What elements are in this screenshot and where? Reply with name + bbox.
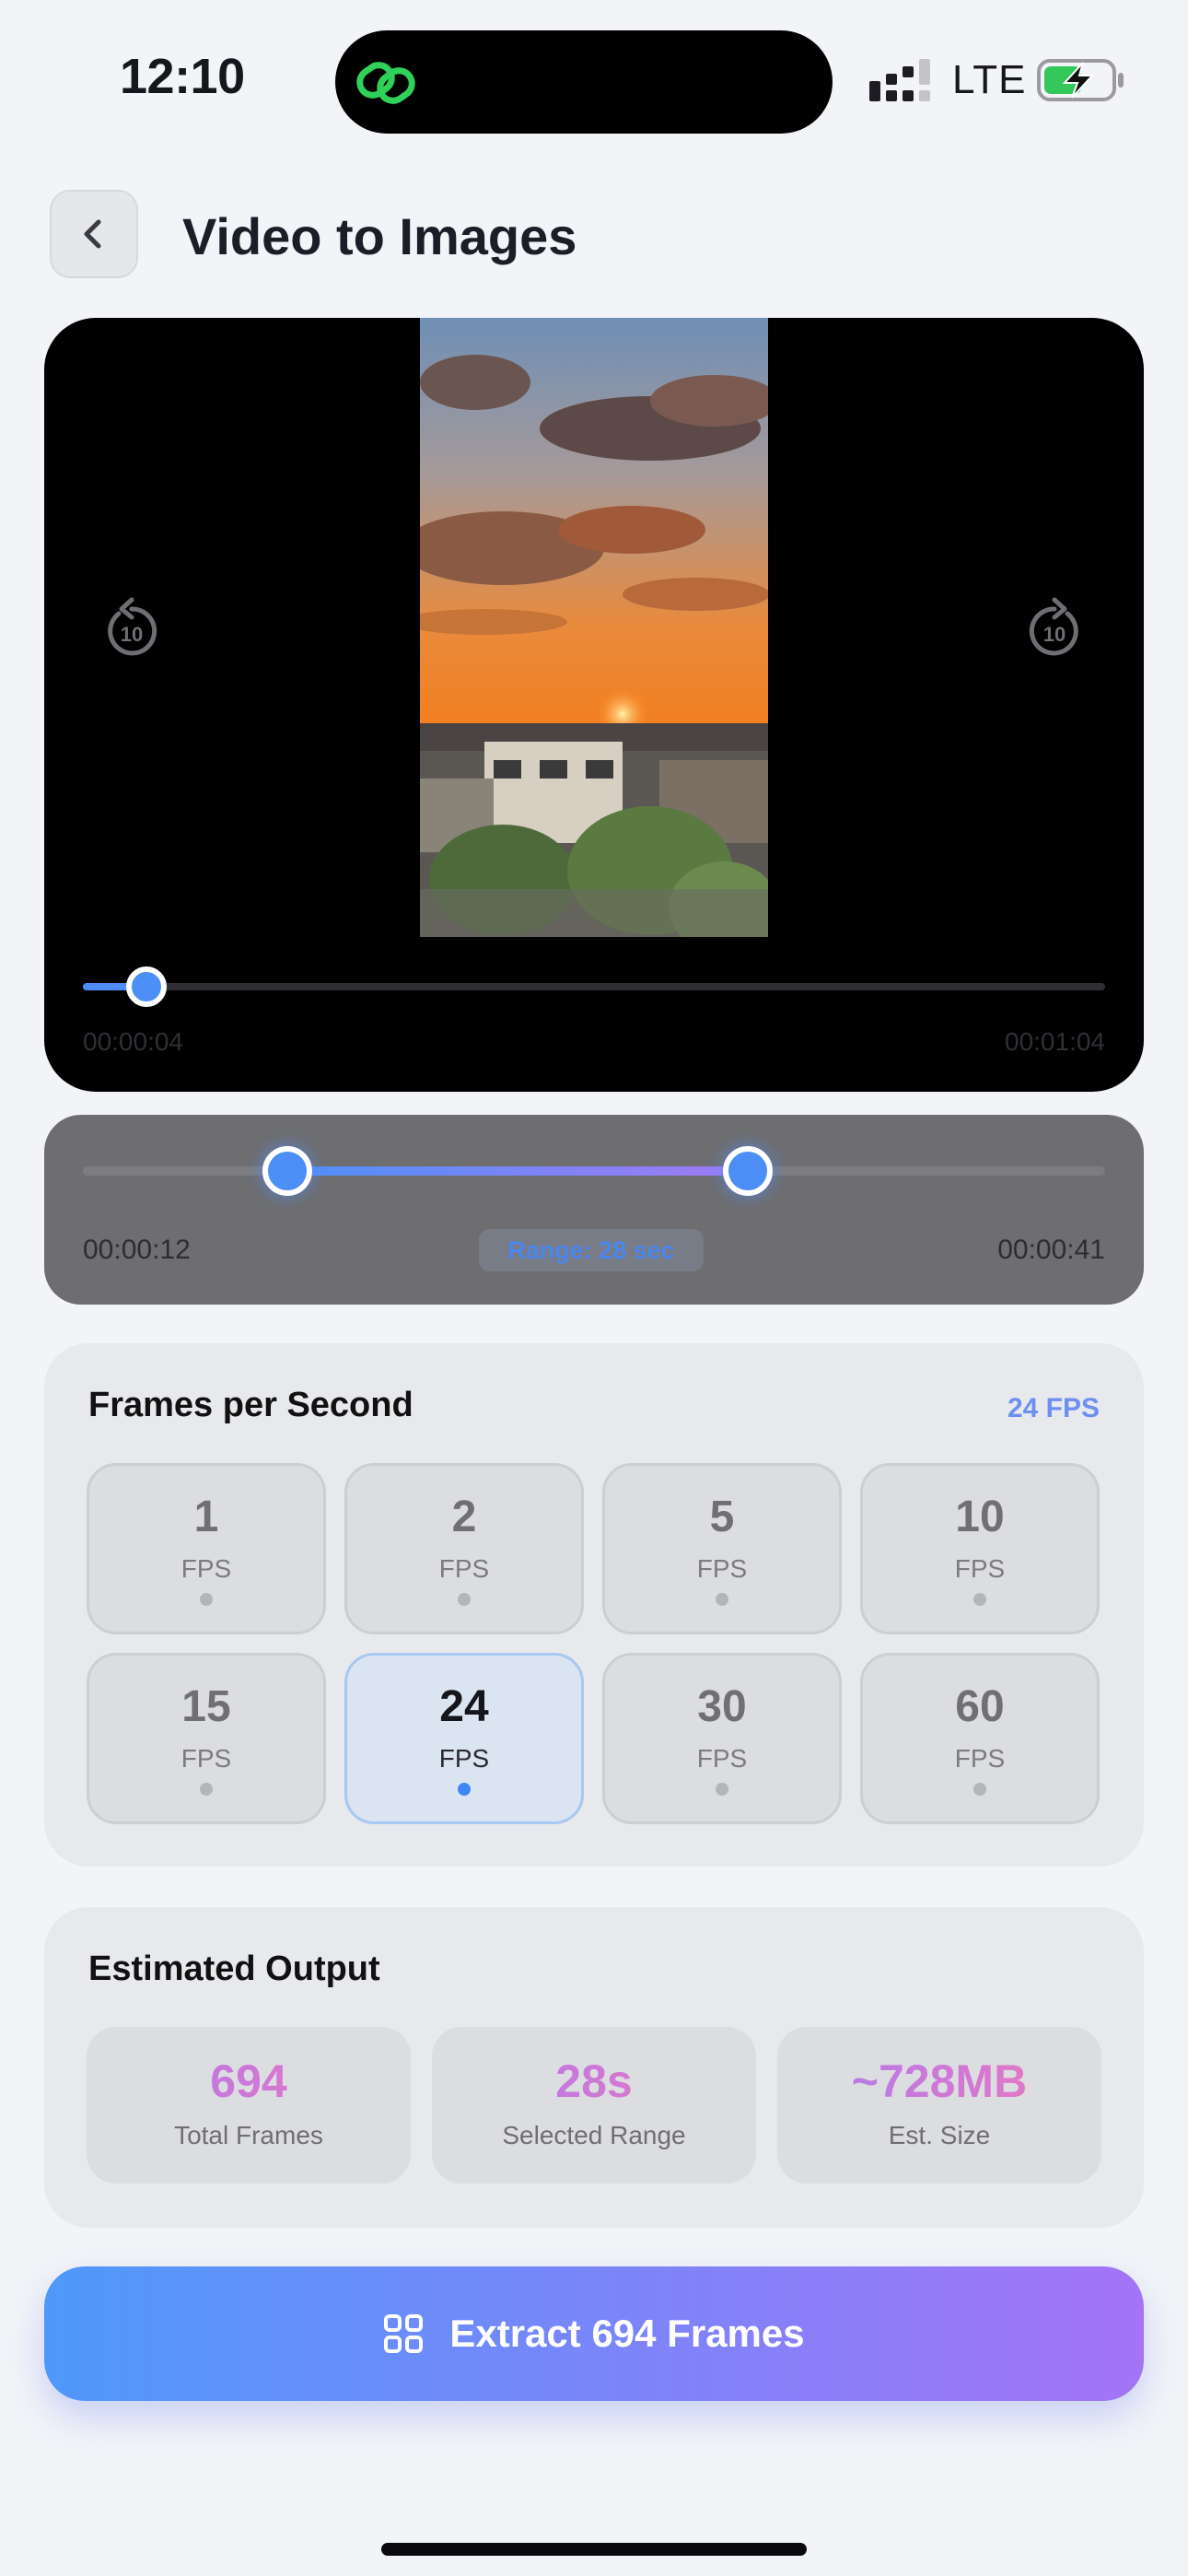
fps-card: Frames per Second 24 FPS 1 FPS 2 FPS 5 F… <box>44 1343 1144 1867</box>
fps-option-24[interactable]: 24 FPS <box>344 1653 584 1824</box>
battery-charging-icon <box>1037 59 1124 101</box>
range-start-time: 00:00:12 <box>83 1235 191 1265</box>
skip-back-10-icon[interactable]: 10 <box>101 594 162 661</box>
fps-option-value: 15 <box>181 1682 231 1731</box>
stat-label: Selected Range <box>502 2121 686 2149</box>
range-badge: Range: 28 sec <box>479 1229 704 1271</box>
fps-option-value: 30 <box>697 1682 747 1731</box>
page-title: Video to Images <box>182 207 577 265</box>
range-track[interactable] <box>83 1146 1105 1196</box>
estimated-output-card: Estimated Output 694 Total Frames 28s Se… <box>44 1907 1144 2228</box>
skip-forward-10-icon[interactable]: 10 <box>1024 594 1085 661</box>
skip-back-label: 10 <box>121 623 143 646</box>
playback-thumb[interactable] <box>126 966 168 1007</box>
stat-label: Total Frames <box>174 2121 323 2149</box>
range-fill <box>287 1166 748 1176</box>
stat-value: 28s <box>432 2055 756 2108</box>
fps-options: 1 FPS 2 FPS 5 FPS 10 FPS 15 FPS 24 FPS 3… <box>87 1463 1101 1824</box>
network-label: LTE <box>952 57 1027 102</box>
link-icon <box>356 62 415 104</box>
stat-label: Est. Size <box>888 2121 991 2149</box>
sunset-video-frame <box>420 318 768 937</box>
stat-selected-range: 28s Selected Range <box>432 2027 756 2184</box>
fps-option-unit: FPS <box>438 1554 490 1583</box>
fps-option-value: 24 <box>439 1682 489 1731</box>
fps-option-value: 1 <box>193 1493 219 1541</box>
fps-option-unit: FPS <box>954 1744 1006 1773</box>
signal-icon <box>869 59 930 101</box>
fps-option-dot <box>458 1783 471 1796</box>
output-stats: 694 Total Frames 28s Selected Range ~728… <box>87 2027 1101 2184</box>
stat-value: 694 <box>87 2055 411 2108</box>
fps-option-dot <box>200 1593 213 1606</box>
stat-value: ~728MB <box>777 2055 1101 2108</box>
stat-total-frames: 694 Total Frames <box>87 2027 411 2184</box>
fps-option-unit: FPS <box>696 1554 748 1583</box>
fps-option-60[interactable]: 60 FPS <box>860 1653 1100 1824</box>
chevron-left-icon <box>84 219 101 249</box>
fps-option-unit: FPS <box>438 1744 490 1773</box>
fps-option-dot <box>458 1593 471 1606</box>
grid-icon <box>384 2314 424 2353</box>
fps-option-15[interactable]: 15 FPS <box>87 1653 326 1824</box>
fps-option-dot <box>200 1783 213 1796</box>
fps-option-value: 5 <box>709 1493 735 1541</box>
total-duration: 00:01:04 <box>1005 1027 1105 1056</box>
fps-option-5[interactable]: 5 FPS <box>602 1463 842 1634</box>
video-preview[interactable] <box>420 318 768 937</box>
fps-option-30[interactable]: 30 FPS <box>602 1653 842 1824</box>
extract-button-label: Extract 694 Frames <box>449 2312 805 2355</box>
home-indicator[interactable] <box>381 2543 807 2556</box>
range-end-thumb[interactable] <box>722 1146 773 1196</box>
fps-option-unit: FPS <box>696 1744 748 1773</box>
status-bar: 12:10 LTE <box>0 0 1188 147</box>
playback-scrubber[interactable] <box>83 966 1105 1007</box>
output-title: Estimated Output <box>88 1950 380 1988</box>
fps-option-10[interactable]: 10 FPS <box>860 1463 1100 1634</box>
current-time: 00:00:04 <box>83 1027 183 1056</box>
dynamic-island <box>335 30 833 134</box>
fps-option-dot <box>716 1593 728 1606</box>
status-time: 12:10 <box>120 49 245 104</box>
video-player[interactable]: 10 10 00:00:04 00:01:04 <box>44 318 1144 1092</box>
range-end-time: 00:00:41 <box>997 1235 1105 1265</box>
fps-title: Frames per Second <box>88 1386 413 1424</box>
fps-option-value: 10 <box>955 1493 1005 1541</box>
fps-current-value: 24 FPS <box>1007 1393 1100 1423</box>
range-selector: 00:00:12 Range: 28 sec 00:00:41 <box>44 1115 1144 1305</box>
extract-frames-button[interactable]: Extract 694 Frames <box>44 2266 1144 2401</box>
fps-option-unit: FPS <box>181 1554 232 1583</box>
fps-option-unit: FPS <box>181 1744 232 1773</box>
fps-option-2[interactable]: 2 FPS <box>344 1463 584 1634</box>
fps-option-1[interactable]: 1 FPS <box>87 1463 326 1634</box>
fps-option-dot <box>973 1783 986 1796</box>
fps-option-value: 60 <box>955 1682 1005 1731</box>
back-button[interactable] <box>50 190 138 278</box>
stat-est-size: ~728MB Est. Size <box>777 2027 1101 2184</box>
skip-forward-label: 10 <box>1043 623 1066 646</box>
fps-option-value: 2 <box>451 1493 477 1541</box>
range-start-thumb[interactable] <box>262 1146 312 1196</box>
fps-option-dot <box>973 1593 986 1606</box>
fps-option-dot <box>716 1783 728 1796</box>
fps-option-unit: FPS <box>954 1554 1006 1583</box>
